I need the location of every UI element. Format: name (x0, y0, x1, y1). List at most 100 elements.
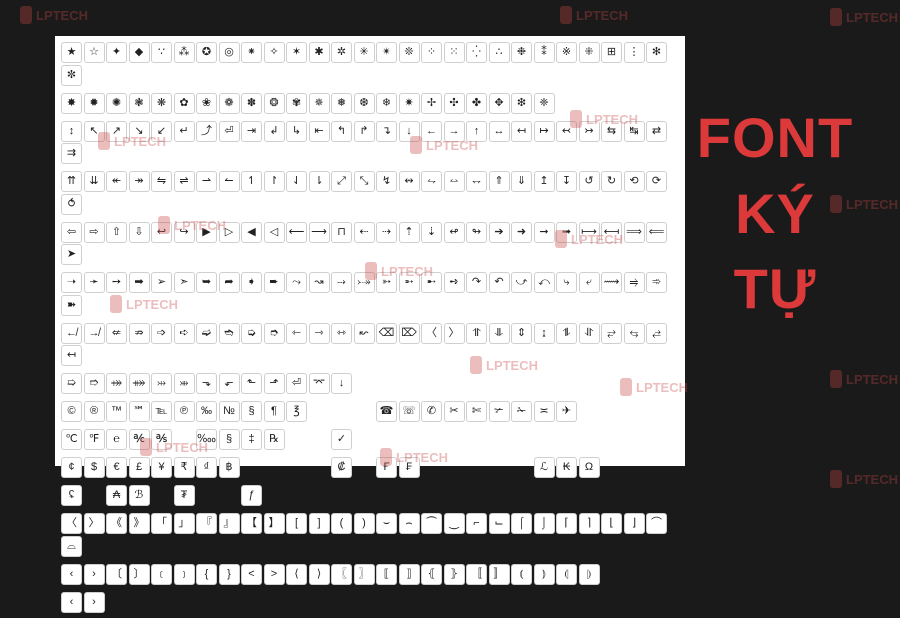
char-cell[interactable]: ⤔ (151, 373, 172, 394)
char-cell[interactable]: ⟳ (646, 171, 667, 192)
char-cell[interactable]: ⟩ (309, 564, 330, 585)
char-cell[interactable]: ‰ (196, 401, 217, 422)
char-cell[interactable]: ❁ (219, 93, 240, 114)
char-cell[interactable]: ⤀ (106, 373, 127, 394)
char-cell[interactable]: ※ (556, 42, 577, 63)
char-cell[interactable]: ® (84, 401, 105, 422)
char-cell[interactable]: ⊓ (331, 222, 352, 243)
char-cell[interactable]: ⌓ (61, 536, 82, 557)
char-cell[interactable]: ✧ (264, 42, 285, 63)
char-cell[interactable]: ⤡ (354, 171, 375, 192)
char-cell[interactable]: ↷ (466, 272, 487, 293)
char-cell[interactable]: ⇠ (354, 222, 375, 243)
char-cell[interactable]: ❇ (511, 93, 532, 114)
char-cell[interactable]: ↤ (61, 345, 82, 366)
char-cell[interactable]: ⌊ (601, 513, 622, 534)
char-cell[interactable]: ↶ (489, 272, 510, 293)
char-cell[interactable]: ✪ (196, 42, 217, 63)
char-cell[interactable]: ⤑ (331, 272, 352, 293)
char-cell[interactable]: ↤ (511, 121, 532, 142)
char-cell[interactable]: ✈ (556, 401, 577, 422)
char-cell[interactable]: ❃ (129, 93, 150, 114)
char-cell[interactable]: ⁘ (421, 42, 442, 63)
char-cell[interactable]: ⟶ (309, 222, 330, 243)
char-cell[interactable]: ↭ (399, 171, 420, 192)
char-cell[interactable]: ◁ (264, 222, 285, 243)
char-cell[interactable]: ❈ (534, 93, 555, 114)
char-cell[interactable]: ⇏ (129, 323, 150, 344)
char-cell[interactable]: ⥄ (646, 323, 667, 344)
char-cell[interactable]: ↻ (601, 171, 622, 192)
char-cell[interactable]: ⦃ (421, 564, 442, 585)
char-cell[interactable]: 〉 (84, 513, 105, 534)
char-cell[interactable]: ⥣ (466, 323, 487, 344)
char-cell[interactable]: ⟦ (376, 564, 397, 585)
char-cell[interactable]: ✿ (174, 93, 195, 114)
char-cell[interactable]: ↳ (286, 121, 307, 142)
char-cell[interactable]: ⬐ (219, 373, 240, 394)
char-cell[interactable]: ⬎ (196, 373, 217, 394)
char-cell[interactable]: ⌈ (556, 513, 577, 534)
char-cell[interactable]: ƒ (241, 485, 262, 506)
char-cell[interactable]: ⇡ (399, 222, 420, 243)
char-cell[interactable]: ☏ (399, 401, 420, 422)
char-cell[interactable]: © (61, 401, 82, 422)
char-cell[interactable]: 〔 (106, 564, 127, 585)
char-cell[interactable]: ↱ (354, 121, 375, 142)
char-cell[interactable]: ⇊ (84, 171, 105, 192)
char-cell[interactable]: ✶ (286, 42, 307, 63)
char-cell[interactable]: ⇣ (421, 222, 442, 243)
char-cell[interactable]: ⇍ (106, 323, 127, 344)
char-cell[interactable]: 〉 (444, 323, 465, 344)
char-cell[interactable]: ⇄ (646, 121, 667, 142)
char-cell[interactable]: ⥐ (466, 171, 487, 192)
char-cell[interactable]: › (84, 592, 105, 613)
char-cell[interactable]: ⇀ (196, 171, 217, 192)
char-cell[interactable]: ⤺ (534, 272, 555, 293)
char-cell[interactable]: ❄ (376, 93, 397, 114)
char-cell[interactable]: ⌤ (309, 373, 330, 394)
char-cell[interactable]: ✤ (466, 93, 487, 114)
char-cell[interactable]: ⇾ (309, 323, 330, 344)
char-cell[interactable]: 『 (196, 513, 217, 534)
char-cell[interactable]: ⁛ (466, 42, 487, 63)
char-cell[interactable]: ⇦ (61, 222, 82, 243)
char-cell[interactable]: ℥ (286, 401, 307, 422)
char-cell[interactable]: ❉ (511, 42, 532, 63)
char-cell[interactable]: ⌙ (489, 513, 510, 534)
char-cell[interactable]: ﹝ (151, 564, 172, 585)
char-cell[interactable]: ⥊ (421, 171, 442, 192)
char-cell[interactable]: ⥯ (579, 323, 600, 344)
char-cell[interactable]: ⥮ (556, 323, 577, 344)
char-cell[interactable]: ⥀ (61, 194, 82, 215)
char-cell[interactable]: ₭ (556, 457, 577, 478)
char-cell[interactable]: ⁂ (174, 42, 195, 63)
char-cell[interactable]: ʢ (61, 485, 82, 506)
char-cell[interactable]: ➔ (489, 222, 510, 243)
char-cell[interactable]: ⇓ (511, 171, 532, 192)
char-cell[interactable]: ⇈ (61, 171, 82, 192)
char-cell[interactable]: ⁜ (579, 42, 600, 63)
char-cell[interactable]: § (241, 401, 262, 422)
char-cell[interactable]: ❋ (151, 93, 172, 114)
char-cell[interactable]: ⏝ (444, 513, 465, 534)
char-cell[interactable]: ✂ (444, 401, 465, 422)
char-cell[interactable]: ➣ (174, 272, 195, 293)
char-cell[interactable]: ℒ (534, 457, 555, 478)
char-cell[interactable]: ⇧ (106, 222, 127, 243)
char-cell[interactable]: ↜ (354, 323, 375, 344)
char-cell[interactable]: ¥ (151, 457, 172, 478)
char-cell[interactable]: ✺ (106, 93, 127, 114)
char-cell[interactable]: ↠ (129, 171, 150, 192)
char-cell[interactable]: ↾ (264, 171, 285, 192)
char-cell[interactable]: ★ (61, 42, 82, 63)
char-cell[interactable]: > (264, 564, 285, 585)
char-cell[interactable]: ↦ (534, 121, 555, 142)
char-cell[interactable]: ⥂ (601, 323, 622, 344)
char-cell[interactable]: ⤻ (511, 272, 532, 293)
char-cell[interactable]: ℞ (264, 429, 285, 450)
char-cell[interactable]: ⁑ (534, 42, 555, 63)
char-cell[interactable]: ℬ (129, 485, 150, 506)
char-cell[interactable]: ➢ (151, 272, 172, 293)
char-cell[interactable]: ⟨ (286, 564, 307, 585)
